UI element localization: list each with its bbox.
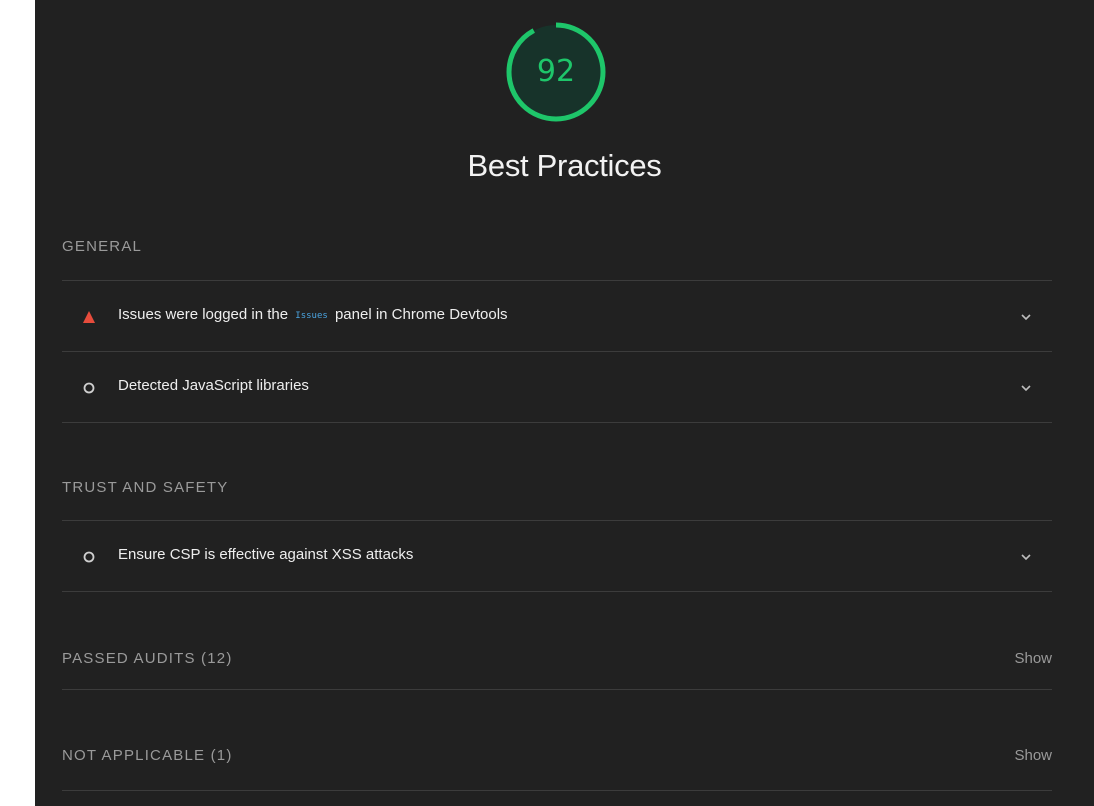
score-value: 92 [536, 54, 576, 89]
chevron-down-icon[interactable] [1020, 312, 1032, 322]
gray-circle-icon [83, 382, 95, 394]
chevron-down-icon[interactable] [1020, 383, 1032, 393]
audit-js-libraries[interactable]: Detected JavaScript libraries [62, 352, 1052, 422]
category-title: Best Practices [467, 148, 662, 183]
audit-title: Issues were logged in the Issues panel i… [118, 306, 508, 323]
audit-title: Ensure CSP is effective against XSS atta… [118, 546, 414, 563]
lighthouse-report: 92 Best Practices GENERAL Issues were lo… [35, 0, 1094, 806]
score-gauge: 92 [504, 20, 608, 124]
group-header-passed-audits: PASSED AUDITS (12) [62, 650, 233, 667]
group-header-not-applicable: NOT APPLICABLE (1) [62, 747, 233, 764]
chevron-down-icon[interactable] [1020, 552, 1032, 562]
group-header-trust-and-safety: TRUST AND SAFETY [62, 479, 229, 496]
group-header-general: GENERAL [62, 238, 143, 255]
audit-title: Detected JavaScript libraries [118, 377, 309, 394]
passed-audits-show-button[interactable]: Show [1014, 650, 1052, 667]
divider [62, 422, 1052, 423]
divider [62, 790, 1052, 791]
divider [62, 591, 1052, 592]
gray-circle-icon [83, 551, 95, 563]
audit-issues-logged[interactable]: Issues were logged in the Issues panel i… [62, 281, 1052, 351]
divider [62, 689, 1052, 690]
audit-csp-xss[interactable]: Ensure CSP is effective against XSS atta… [62, 521, 1052, 591]
red-triangle-icon [83, 311, 95, 323]
issues-panel-code: Issues [295, 311, 328, 321]
not-applicable-show-button[interactable]: Show [1014, 747, 1052, 764]
